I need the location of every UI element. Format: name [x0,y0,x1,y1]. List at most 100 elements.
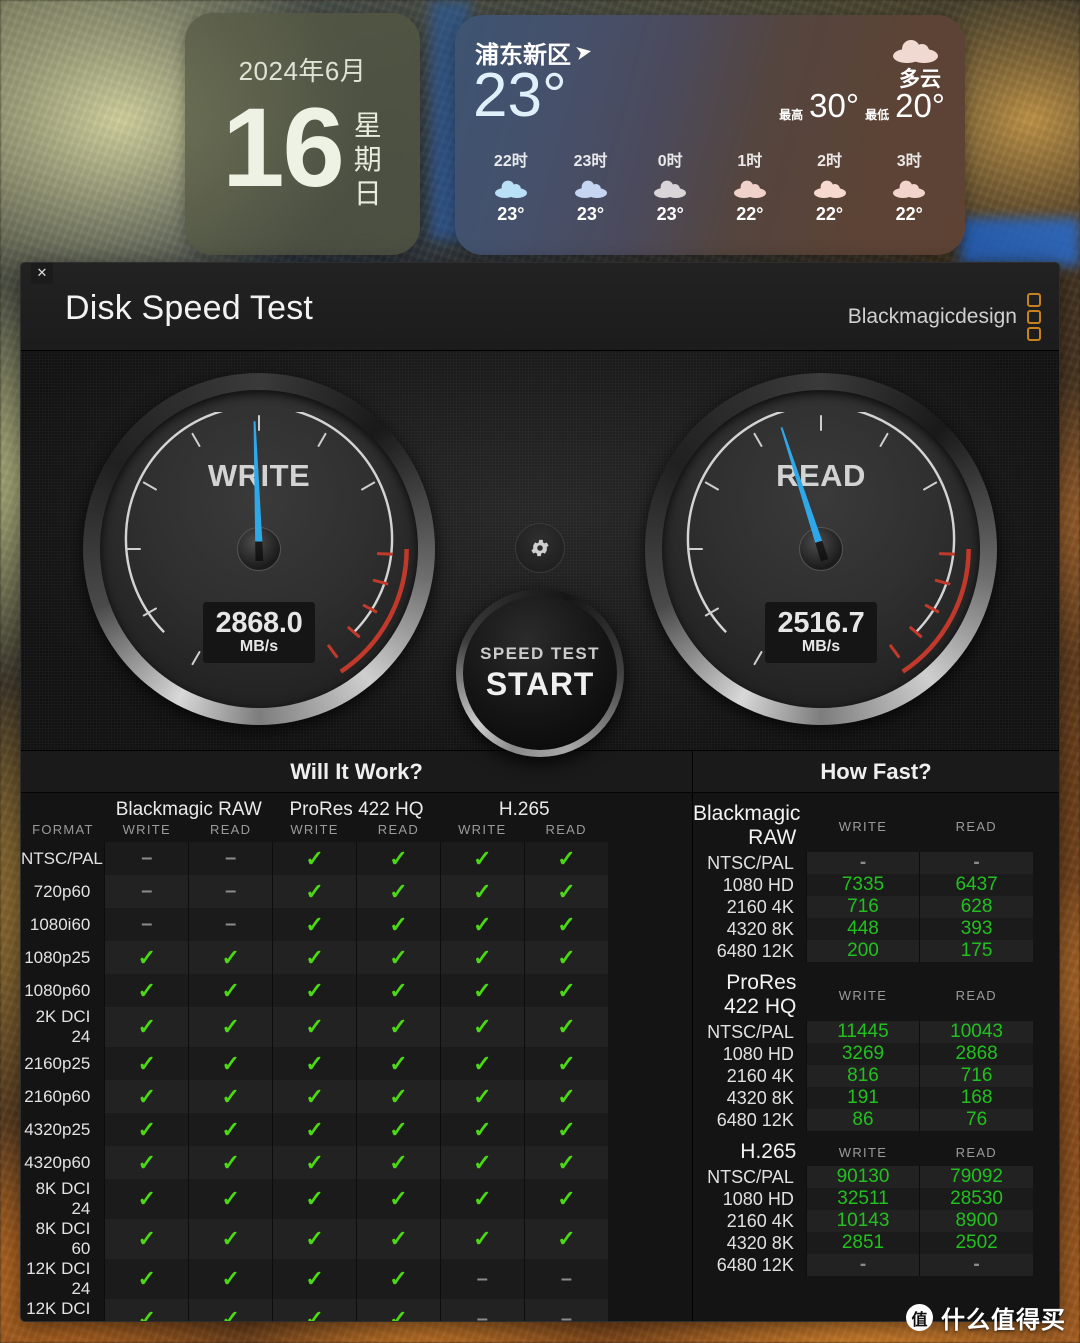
wiw-cell: ✓ [523,1080,609,1113]
wiw-cell: ✓ [104,1047,189,1080]
gear-icon[interactable] [515,523,565,573]
app-title: Disk Speed Test [65,289,314,327]
weather-hourly-forecast: 22时 23° 23时 23° 0时 23° 1时 22° 2时 22° 3时 22° [455,147,965,225]
check-icon: ✓ [305,1266,324,1291]
wiw-cell: – [439,1299,525,1321]
calendar-widget[interactable]: 2024年6月 16 星期日 [185,13,420,255]
wiw-sub-header-6: READ [545,822,587,837]
how-fast-write-value: 10143 [805,1210,920,1232]
table-row: NTSC/PAL - - [693,852,1059,874]
how-fast-read-header: READ [955,1144,997,1160]
check-icon: ✓ [557,1116,576,1142]
wiw-cell: ✓ [104,1259,189,1299]
wiw-sub-header-5: WRITE [458,822,507,837]
wiw-cell: ✓ [439,1219,525,1259]
table-row: 2160 4K 716 628 [693,896,1059,918]
wiw-pad-cell [608,1219,692,1259]
cloud-icon [574,179,608,198]
wiw-format-label: 4320p25 [24,1119,91,1139]
check-icon: ✓ [557,1050,576,1076]
wiw-pad-cell [608,875,692,908]
check-icon: ✓ [221,944,240,970]
will-it-work-codec-headers: Blackmagic RAW ProRes 422 HQ H.265 [21,793,692,822]
check-icon: ✓ [389,1306,408,1322]
wiw-sub-header-2: READ [210,822,252,837]
how-fast-write-value: 86 [805,1109,920,1131]
cloud-icon [733,179,767,198]
how-fast-format-label: 4320 8K [726,1232,794,1253]
how-fast-read-value: 175 [919,940,1033,962]
how-fast-write-value: - [805,1254,920,1276]
weather-hour-4: 1时 22° [710,147,790,225]
wiw-pad-cell [608,908,692,941]
how-fast-write-value: 200 [805,940,920,962]
speed-test-start-button[interactable]: SPEED TEST START [456,589,624,757]
wiw-cell: ✓ [188,1146,273,1179]
check-icon: ✓ [305,1149,324,1175]
how-fast-write-header: WRITE [838,987,888,1003]
check-icon: ✓ [305,977,324,1003]
check-icon: ✓ [305,1116,324,1142]
check-icon: ✓ [221,1116,240,1142]
weather-hour-3: 0时 23° [630,147,710,225]
write-gauge: WRITE 2868.0 MB/s [83,373,435,725]
table-row: 1080p60 ✓ ✓ ✓ ✓ ✓ ✓ [21,974,692,1007]
wiw-pad-cell [608,1113,692,1146]
table-row: 4320p60 ✓ ✓ ✓ ✓ ✓ ✓ [21,1146,692,1179]
weather-widget[interactable]: 浦东新区 ➤ 23° 多云 最高 30° 最低 20° 22时 23° 23时 23°… [455,15,965,255]
check-icon: ✓ [389,977,408,1003]
check-icon: ✓ [137,1116,157,1142]
table-row: 4320 8K 2851 2502 [693,1232,1059,1254]
watermark: 值 什么值得买 [906,1300,1066,1335]
check-icon: ✓ [305,911,324,937]
check-icon: ✓ [221,1083,240,1109]
wiw-cell: ✓ [272,1080,357,1113]
check-icon: ✓ [473,977,492,1003]
check-icon: ✓ [137,1186,157,1211]
how-fast-write-value: 90130 [805,1166,920,1188]
check-icon: ✓ [389,1014,408,1039]
how-fast-read-value: 2502 [919,1232,1033,1254]
wiw-pad-cell [608,842,692,875]
how-fast-read-value: - [919,852,1033,874]
wiw-pad [608,793,692,822]
table-row: 6480 12K - - [693,1254,1059,1276]
weather-high-value: 30° [809,87,860,124]
weather-hour-2: 23时 23° [551,147,631,225]
wiw-cell: ✓ [523,908,609,941]
how-fast-read-value: 6437 [919,874,1033,896]
check-icon: ✓ [137,944,157,970]
check-icon: ✓ [389,1083,408,1109]
how-fast-write-value: 3269 [805,1043,920,1065]
check-icon: ✓ [305,1186,324,1211]
wiw-cell: – [104,842,189,875]
dash-icon: – [225,880,237,902]
wiw-cell: ✓ [439,842,525,875]
close-button[interactable]: ✕ [31,263,53,284]
how-fast-read-value: 28530 [919,1188,1033,1210]
how-fast-format-label: 2160 4K [726,896,794,917]
wiw-cell: ✓ [104,1146,189,1179]
table-row: 8K DCI 24 ✓ ✓ ✓ ✓ ✓ ✓ [21,1179,692,1219]
check-icon: ✓ [305,1083,324,1109]
table-row: 8K DCI 60 ✓ ✓ ✓ ✓ ✓ ✓ [21,1219,692,1259]
wiw-cell: ✓ [272,1047,357,1080]
check-icon: ✓ [557,944,576,970]
check-icon: ✓ [221,977,240,1003]
wiw-codec-header-3: H.265 [498,799,550,820]
wiw-cell: ✓ [356,875,441,908]
check-icon: ✓ [389,845,408,871]
wiw-cell: ✓ [104,1219,189,1259]
how-fast-read-value: 79092 [919,1166,1033,1188]
table-row: 6480 12K 200 175 [693,940,1059,962]
wiw-cell: ✓ [356,908,441,941]
check-icon: ✓ [389,1050,408,1076]
dash-icon: – [560,1307,572,1322]
table-row: NTSC/PAL 11445 10043 [693,1021,1059,1043]
wiw-format-label: 1080p60 [24,980,91,1000]
cloud-icon [813,179,847,198]
check-icon: ✓ [305,1014,324,1039]
weather-hour-1: 22时 23° [471,147,551,225]
how-fast-codec-name: ProRes 422 HQ [723,971,797,1018]
how-fast-write-header: WRITE [838,1144,888,1160]
